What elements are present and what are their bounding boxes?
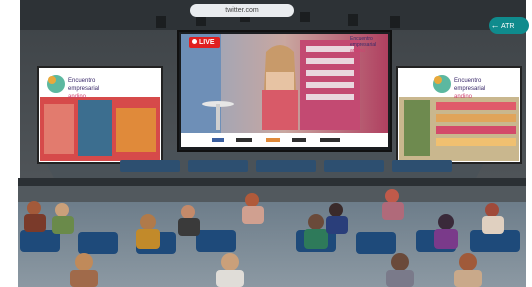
main-screen-logo: Encuentro empresarial andino [350, 36, 376, 54]
live-dot-icon [192, 39, 197, 44]
balcony-rail [18, 178, 526, 186]
arrow-left-icon: ← [490, 20, 500, 30]
url-bar[interactable]: twitter.com [190, 4, 294, 17]
balcony-wall [18, 186, 526, 202]
virtual-event-stage: Encuentro empresarial andino Encuentro e… [0, 0, 532, 287]
navigate-button[interactable]: ← ATR [489, 17, 529, 34]
logo-line-3: andino [68, 94, 87, 100]
live-label: LIVE [199, 39, 215, 46]
right-screen-logo: Encuentro empresarial andino [454, 77, 485, 101]
logo-line-1: Encuentro [454, 78, 482, 84]
left-page-margin [0, 0, 20, 287]
auditorium-scene [0, 0, 532, 287]
right-page-margin [526, 0, 532, 287]
logo-line-3: andino [350, 48, 366, 54]
logo-line-2: empresarial [68, 86, 100, 92]
distant-seats [120, 160, 452, 172]
navigate-button-label: ATR [501, 23, 515, 30]
left-screen-logo: Encuentro empresarial andino [68, 77, 99, 101]
url-text: twitter.com [225, 7, 259, 14]
logo-line-3: andino [454, 94, 473, 100]
left-side-screen [37, 66, 163, 164]
live-badge: LIVE [189, 37, 220, 48]
logo-line-2: empresarial [454, 86, 486, 92]
logo-line-1: Encuentro [68, 78, 96, 84]
